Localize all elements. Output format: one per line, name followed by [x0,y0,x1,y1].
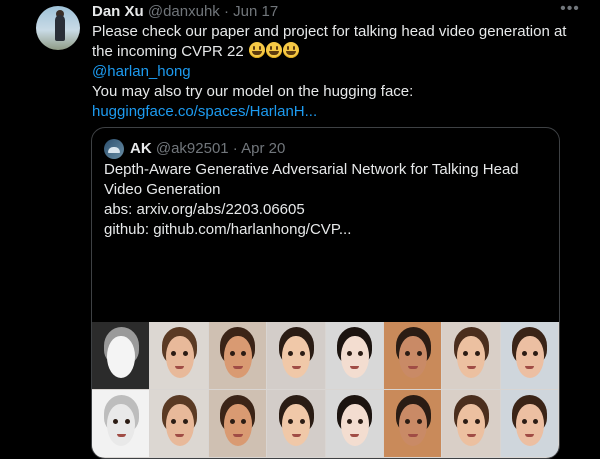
quote-title: Depth-Aware Generative Adversarial Netwo… [104,161,519,198]
quote-abs-line: abs: arxiv.org/abs/2203.06605 [104,201,305,218]
quote-github-line: github: github.com/harlanhong/CVP... [104,221,352,238]
media-face-thumbnail [208,390,267,457]
header-separator: · [223,3,229,20]
quote-media-image[interactable] [92,322,559,458]
quote-header-separator: · [232,140,238,157]
huggingface-link[interactable]: huggingface.co/spaces/HarlanH... [92,103,317,120]
grinning-face-emoji-icon [282,42,299,58]
quote-author-avatar[interactable] [104,139,124,159]
quote-header: AK @ak92501 · Apr 20 [130,140,285,157]
media-face-thumbnail [325,322,383,389]
grinning-face-emoji-icon [248,42,265,58]
avatar-person-body [55,15,65,41]
media-face-thumbnail [150,322,208,389]
tweet-body: Please check our paper and project for t… [92,22,572,122]
media-face-thumbnail [92,322,150,389]
quoted-tweet[interactable]: AK @ak92501 · Apr 20 Depth-Aware Generat… [91,127,560,459]
media-face-thumbnail [208,322,267,389]
more-horizontal-icon: ••• [560,0,580,17]
tweet-date[interactable]: Jun 17 [233,3,278,20]
media-face-thumbnail [442,390,500,457]
tweet-text-line1: Please check our paper and project for t… [92,23,567,60]
more-options-button[interactable]: ••• [555,0,585,22]
quote-author-name: AK [130,140,152,157]
mention-link[interactable]: @harlan_hong [92,63,191,80]
tweet-header: Dan Xu @danxuhk · Jun 17 [92,3,278,23]
quote-date: Apr 20 [241,140,286,157]
tweet-text-line2: You may also try our model on the huggin… [92,83,414,100]
media-face-thumbnail [442,322,500,389]
media-face-thumbnail [383,390,442,457]
media-face-thumbnail [325,390,383,457]
author-name[interactable]: Dan Xu [92,3,144,20]
media-face-thumbnail [500,390,558,457]
media-face-thumbnail [383,322,442,389]
media-face-thumbnail [150,390,208,457]
author-avatar[interactable] [36,6,80,50]
media-face-thumbnail [500,322,558,389]
media-face-thumbnail [267,322,325,389]
media-face-thumbnail [267,390,325,457]
quote-text: Depth-Aware Generative Adversarial Netwo… [104,160,544,240]
tweet[interactable]: Dan Xu @danxuhk · Jun 17 ••• Please chec… [0,0,600,459]
media-face-thumbnail [92,390,150,457]
quote-author-handle: @ak92501 [155,140,229,157]
author-handle[interactable]: @danxuhk [148,3,220,20]
grinning-face-emoji-icon [265,42,282,58]
